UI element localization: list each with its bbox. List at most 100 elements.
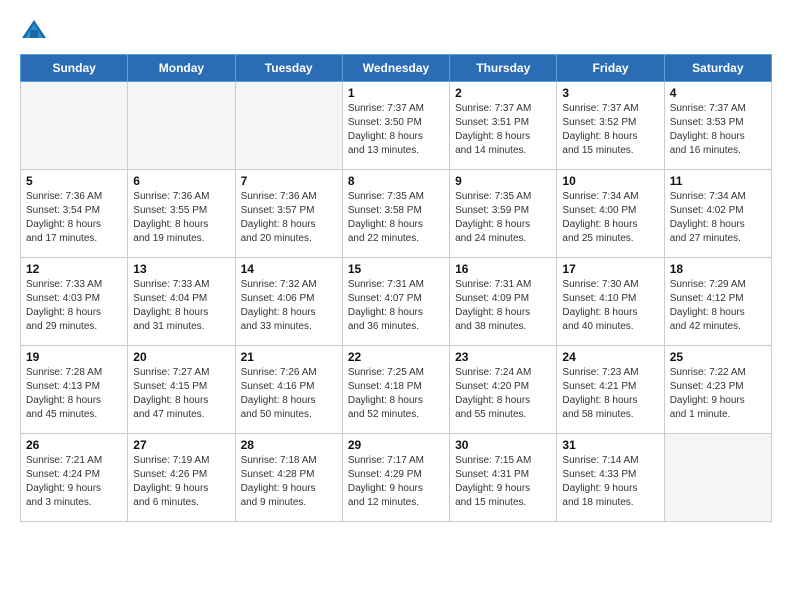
day-of-week-thursday: Thursday bbox=[450, 55, 557, 82]
day-info: Sunrise: 7:37 AMSunset: 3:51 PMDaylight:… bbox=[455, 102, 551, 158]
calendar-cell: 4 Sunrise: 7:37 AMSunset: 3:53 PMDaylight… bbox=[664, 82, 771, 170]
calendar-cell: 19 Sunrise: 7:28 AMSunset: 4:13 PMDayligh… bbox=[21, 346, 128, 434]
calendar-cell bbox=[664, 434, 771, 522]
day-info: Sunrise: 7:25 AMSunset: 4:18 PMDaylight:… bbox=[348, 366, 444, 422]
day-number: 22 bbox=[348, 350, 444, 364]
day-number: 2 bbox=[455, 86, 551, 100]
day-info: Sunrise: 7:36 AMSunset: 3:54 PMDaylight:… bbox=[26, 190, 122, 246]
day-number: 28 bbox=[241, 438, 337, 452]
day-number: 1 bbox=[348, 86, 444, 100]
day-info: Sunrise: 7:36 AMSunset: 3:57 PMDaylight:… bbox=[241, 190, 337, 246]
day-number: 29 bbox=[348, 438, 444, 452]
calendar-cell: 22 Sunrise: 7:25 AMSunset: 4:18 PMDayligh… bbox=[342, 346, 449, 434]
day-info: Sunrise: 7:31 AMSunset: 4:09 PMDaylight:… bbox=[455, 278, 551, 334]
day-info: Sunrise: 7:37 AMSunset: 3:52 PMDaylight:… bbox=[562, 102, 658, 158]
calendar: SundayMondayTuesdayWednesdayThursdayFrid… bbox=[20, 54, 772, 522]
day-number: 21 bbox=[241, 350, 337, 364]
day-info: Sunrise: 7:21 AMSunset: 4:24 PMDaylight:… bbox=[26, 454, 122, 510]
calendar-cell: 17 Sunrise: 7:30 AMSunset: 4:10 PMDayligh… bbox=[557, 258, 664, 346]
calendar-cell: 24 Sunrise: 7:23 AMSunset: 4:21 PMDayligh… bbox=[557, 346, 664, 434]
day-info: Sunrise: 7:33 AMSunset: 4:04 PMDaylight:… bbox=[133, 278, 229, 334]
day-number: 17 bbox=[562, 262, 658, 276]
day-info: Sunrise: 7:14 AMSunset: 4:33 PMDaylight:… bbox=[562, 454, 658, 510]
day-info: Sunrise: 7:37 AMSunset: 3:50 PMDaylight:… bbox=[348, 102, 444, 158]
calendar-cell: 18Sunrise: 7:29 AMSunset: 4:12 PMDayligh… bbox=[664, 258, 771, 346]
day-info: Sunrise: 7:30 AMSunset: 4:10 PMDaylight:… bbox=[562, 278, 658, 334]
day-number: 20 bbox=[133, 350, 229, 364]
day-info: Sunrise: 7:34 AMSunset: 4:00 PMDaylight:… bbox=[562, 190, 658, 246]
calendar-cell bbox=[235, 82, 342, 170]
day-info: Sunrise: 7:22 AMSunset: 4:23 PMDaylight:… bbox=[670, 366, 766, 422]
day-of-week-wednesday: Wednesday bbox=[342, 55, 449, 82]
day-of-week-monday: Monday bbox=[128, 55, 235, 82]
day-number: 26 bbox=[26, 438, 122, 452]
day-info: Sunrise: 7:26 AMSunset: 4:16 PMDaylight:… bbox=[241, 366, 337, 422]
calendar-cell: 13Sunrise: 7:33 AMSunset: 4:04 PMDayligh… bbox=[128, 258, 235, 346]
calendar-cell: 20 Sunrise: 7:27 AMSunset: 4:15 PMDayligh… bbox=[128, 346, 235, 434]
page: SundayMondayTuesdayWednesdayThursdayFrid… bbox=[0, 0, 792, 538]
calendar-cell: 27 Sunrise: 7:19 AMSunset: 4:26 PMDayligh… bbox=[128, 434, 235, 522]
day-number: 19 bbox=[26, 350, 122, 364]
calendar-cell: 15 Sunrise: 7:31 AMSunset: 4:07 PMDayligh… bbox=[342, 258, 449, 346]
calendar-cell: 3 Sunrise: 7:37 AMSunset: 3:52 PMDaylight… bbox=[557, 82, 664, 170]
calendar-week-5: 26 Sunrise: 7:21 AMSunset: 4:24 PMDayligh… bbox=[21, 434, 772, 522]
day-info: Sunrise: 7:23 AMSunset: 4:21 PMDaylight:… bbox=[562, 366, 658, 422]
day-info: Sunrise: 7:24 AMSunset: 4:20 PMDaylight:… bbox=[455, 366, 551, 422]
calendar-cell: 23 Sunrise: 7:24 AMSunset: 4:20 PMDayligh… bbox=[450, 346, 557, 434]
day-number: 4 bbox=[670, 86, 766, 100]
day-info: Sunrise: 7:27 AMSunset: 4:15 PMDaylight:… bbox=[133, 366, 229, 422]
day-of-week-saturday: Saturday bbox=[664, 55, 771, 82]
day-number: 23 bbox=[455, 350, 551, 364]
day-info: Sunrise: 7:35 AMSunset: 3:59 PMDaylight:… bbox=[455, 190, 551, 246]
calendar-cell: 12 Sunrise: 7:33 AMSunset: 4:03 PMDayligh… bbox=[21, 258, 128, 346]
calendar-cell: 11 Sunrise: 7:34 AMSunset: 4:02 PMDayligh… bbox=[664, 170, 771, 258]
day-number: 8 bbox=[348, 174, 444, 188]
logo bbox=[20, 16, 52, 44]
day-number: 9 bbox=[455, 174, 551, 188]
calendar-week-1: 1 Sunrise: 7:37 AMSunset: 3:50 PMDaylight… bbox=[21, 82, 772, 170]
day-number: 14 bbox=[241, 262, 337, 276]
day-of-week-sunday: Sunday bbox=[21, 55, 128, 82]
day-number: 11 bbox=[670, 174, 766, 188]
day-number: 12 bbox=[26, 262, 122, 276]
day-info: Sunrise: 7:34 AMSunset: 4:02 PMDaylight:… bbox=[670, 190, 766, 246]
day-number: 6 bbox=[133, 174, 229, 188]
day-info: Sunrise: 7:35 AMSunset: 3:58 PMDaylight:… bbox=[348, 190, 444, 246]
day-number: 7 bbox=[241, 174, 337, 188]
calendar-header-row: SundayMondayTuesdayWednesdayThursdayFrid… bbox=[21, 55, 772, 82]
day-info: Sunrise: 7:32 AMSunset: 4:06 PMDaylight:… bbox=[241, 278, 337, 334]
day-info: Sunrise: 7:17 AMSunset: 4:29 PMDaylight:… bbox=[348, 454, 444, 510]
day-info: Sunrise: 7:28 AMSunset: 4:13 PMDaylight:… bbox=[26, 366, 122, 422]
day-info: Sunrise: 7:37 AMSunset: 3:53 PMDaylight:… bbox=[670, 102, 766, 158]
header bbox=[20, 16, 772, 44]
day-info: Sunrise: 7:15 AMSunset: 4:31 PMDaylight:… bbox=[455, 454, 551, 510]
day-number: 25 bbox=[670, 350, 766, 364]
calendar-cell: 7 Sunrise: 7:36 AMSunset: 3:57 PMDaylight… bbox=[235, 170, 342, 258]
calendar-cell: 21 Sunrise: 7:26 AMSunset: 4:16 PMDayligh… bbox=[235, 346, 342, 434]
day-number: 5 bbox=[26, 174, 122, 188]
calendar-cell bbox=[128, 82, 235, 170]
day-number: 31 bbox=[562, 438, 658, 452]
day-info: Sunrise: 7:36 AMSunset: 3:55 PMDaylight:… bbox=[133, 190, 229, 246]
day-of-week-friday: Friday bbox=[557, 55, 664, 82]
day-info: Sunrise: 7:19 AMSunset: 4:26 PMDaylight:… bbox=[133, 454, 229, 510]
day-number: 24 bbox=[562, 350, 658, 364]
calendar-cell: 1 Sunrise: 7:37 AMSunset: 3:50 PMDaylight… bbox=[342, 82, 449, 170]
calendar-cell: 2 Sunrise: 7:37 AMSunset: 3:51 PMDaylight… bbox=[450, 82, 557, 170]
calendar-cell: 25 Sunrise: 7:22 AMSunset: 4:23 PMDayligh… bbox=[664, 346, 771, 434]
day-of-week-tuesday: Tuesday bbox=[235, 55, 342, 82]
calendar-cell: 9 Sunrise: 7:35 AMSunset: 3:59 PMDaylight… bbox=[450, 170, 557, 258]
day-info: Sunrise: 7:33 AMSunset: 4:03 PMDaylight:… bbox=[26, 278, 122, 334]
calendar-cell bbox=[21, 82, 128, 170]
calendar-week-3: 12 Sunrise: 7:33 AMSunset: 4:03 PMDayligh… bbox=[21, 258, 772, 346]
day-number: 3 bbox=[562, 86, 658, 100]
day-number: 15 bbox=[348, 262, 444, 276]
calendar-cell: 10Sunrise: 7:34 AMSunset: 4:00 PMDayligh… bbox=[557, 170, 664, 258]
calendar-cell: 5 Sunrise: 7:36 AMSunset: 3:54 PMDaylight… bbox=[21, 170, 128, 258]
day-info: Sunrise: 7:31 AMSunset: 4:07 PMDaylight:… bbox=[348, 278, 444, 334]
day-info: Sunrise: 7:18 AMSunset: 4:28 PMDaylight:… bbox=[241, 454, 337, 510]
calendar-cell: 28 Sunrise: 7:18 AMSunset: 4:28 PMDayligh… bbox=[235, 434, 342, 522]
day-number: 27 bbox=[133, 438, 229, 452]
calendar-cell: 26 Sunrise: 7:21 AMSunset: 4:24 PMDayligh… bbox=[21, 434, 128, 522]
day-number: 30 bbox=[455, 438, 551, 452]
